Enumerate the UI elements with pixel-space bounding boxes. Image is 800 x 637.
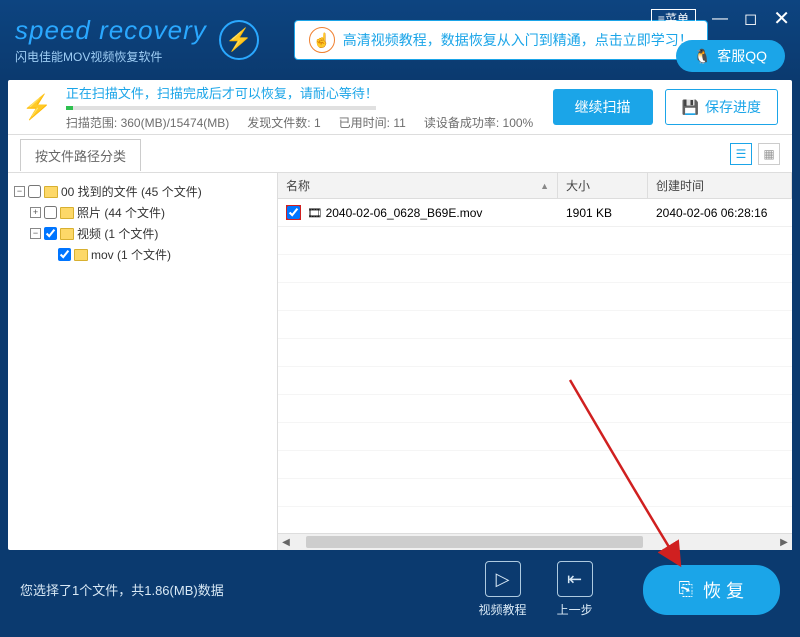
app-subtitle: 闪电佳能MOV视频恢复软件 <box>15 48 207 65</box>
qq-support-button[interactable]: 🐧 客服QQ <box>676 40 785 72</box>
recover-button[interactable]: ⎘ 恢 复 <box>643 565 780 615</box>
column-name[interactable]: 名称▲ <box>278 173 558 198</box>
main-panel: ⚡ 正在扫描文件，扫描完成后才可以恢复，请耐心等待！ 扫描范围: 360(MB)… <box>8 80 792 550</box>
recover-icon: ⎘ <box>679 579 693 600</box>
window-controls: ≡菜单 ― ◻ ✕ <box>651 6 790 31</box>
expand-icon[interactable]: + <box>30 207 41 218</box>
pointer-icon: ☝ <box>309 27 335 53</box>
promo-text: 高清视频教程，数据恢复从入门到精通，点击立即学习！ <box>343 30 693 50</box>
folder-icon <box>60 207 74 219</box>
file-checkbox[interactable] <box>287 206 300 219</box>
tree-checkbox[interactable] <box>28 185 41 198</box>
folder-tree[interactable]: − 00 找到的文件 (45 个文件) + 照片 (44 个文件) − 视频 (… <box>8 173 278 550</box>
scan-progress-bar <box>66 106 376 110</box>
promo-banner[interactable]: ☝ 高清视频教程，数据恢复从入门到精通，点击立即学习！ <box>294 20 708 60</box>
folder-icon <box>44 186 58 198</box>
file-checkbox-highlight[interactable] <box>286 205 301 220</box>
file-row[interactable]: 🎞 2040-02-06_0628_B69E.mov 1901 KB 2040-… <box>278 199 792 227</box>
scroll-thumb[interactable] <box>306 536 643 548</box>
play-icon: ▷ <box>485 561 521 597</box>
lightning-icon: ⚡ <box>219 20 259 60</box>
scan-stats: 扫描范围: 360(MB)/15474(MB) 发现文件数: 1 已用时间: 1… <box>66 114 553 131</box>
content-split: − 00 找到的文件 (45 个文件) + 照片 (44 个文件) − 视频 (… <box>8 173 792 550</box>
file-list-body[interactable]: 🎞 2040-02-06_0628_B69E.mov 1901 KB 2040-… <box>278 199 792 533</box>
file-list: 名称▲ 大小 创建时间 🎞 2040-02-06_0628_B69E.mov 1… <box>278 173 792 550</box>
tree-mov[interactable]: mov (1 个文件) <box>14 244 271 265</box>
folder-icon <box>60 228 74 240</box>
selection-status: 您选择了1个文件，共1.86(MB)数据 <box>20 580 224 599</box>
view-list-icon[interactable]: ☰ <box>730 143 752 165</box>
tree-checkbox[interactable] <box>58 248 71 261</box>
save-progress-button[interactable]: 💾 保存进度 <box>665 89 778 125</box>
collapse-icon[interactable]: − <box>14 186 25 197</box>
collapse-icon[interactable]: − <box>30 228 41 239</box>
scan-activity-icon: ⚡ <box>22 93 52 122</box>
horizontal-scrollbar[interactable]: ◀ ▶ <box>278 533 792 550</box>
scan-status-text: 正在扫描文件，扫描完成后才可以恢复，请耐心等待！ <box>66 83 553 102</box>
qq-icon: 🐧 <box>694 48 711 65</box>
scan-status-bar: ⚡ 正在扫描文件，扫描完成后才可以恢复，请耐心等待！ 扫描范围: 360(MB)… <box>8 80 792 135</box>
toolbar: 按文件路径分类 ☰ ▦ <box>8 135 792 173</box>
minimize-icon[interactable]: ― <box>712 10 728 28</box>
logo: speed recovery 闪电佳能MOV视频恢复软件 <box>15 15 207 65</box>
tree-checkbox[interactable] <box>44 206 57 219</box>
scroll-right-icon[interactable]: ▶ <box>776 537 792 548</box>
tutorial-button[interactable]: ▷ 视频教程 <box>479 561 527 618</box>
app-name: speed recovery <box>15 15 207 46</box>
title-bar: speed recovery 闪电佳能MOV视频恢复软件 ⚡ ☝ 高清视频教程，… <box>0 0 800 80</box>
tree-root[interactable]: − 00 找到的文件 (45 个文件) <box>14 181 271 202</box>
continue-scan-button[interactable]: 继续扫描 <box>553 89 653 125</box>
tree-photos[interactable]: + 照片 (44 个文件) <box>14 202 271 223</box>
bottom-bar: 您选择了1个文件，共1.86(MB)数据 ▷ 视频教程 ⇤ 上一步 ⎘ 恢 复 <box>0 550 800 629</box>
folder-icon <box>74 249 88 261</box>
back-icon: ⇤ <box>557 561 593 597</box>
maximize-icon[interactable]: ◻ <box>744 9 757 29</box>
view-grid-icon[interactable]: ▦ <box>758 143 780 165</box>
menu-button[interactable]: ≡菜单 <box>651 9 696 29</box>
column-headers: 名称▲ 大小 创建时间 <box>278 173 792 199</box>
sort-asc-icon: ▲ <box>540 181 549 191</box>
scroll-left-icon[interactable]: ◀ <box>278 537 294 548</box>
tree-videos[interactable]: − 视频 (1 个文件) <box>14 223 271 244</box>
sort-tab[interactable]: 按文件路径分类 <box>20 139 141 171</box>
back-button[interactable]: ⇤ 上一步 <box>557 561 593 618</box>
column-created[interactable]: 创建时间 <box>648 173 792 198</box>
close-icon[interactable]: ✕ <box>773 6 790 31</box>
save-icon: 💾 <box>682 99 699 116</box>
tree-checkbox[interactable] <box>44 227 57 240</box>
movie-icon: 🎞 <box>307 206 322 220</box>
column-size[interactable]: 大小 <box>558 173 648 198</box>
